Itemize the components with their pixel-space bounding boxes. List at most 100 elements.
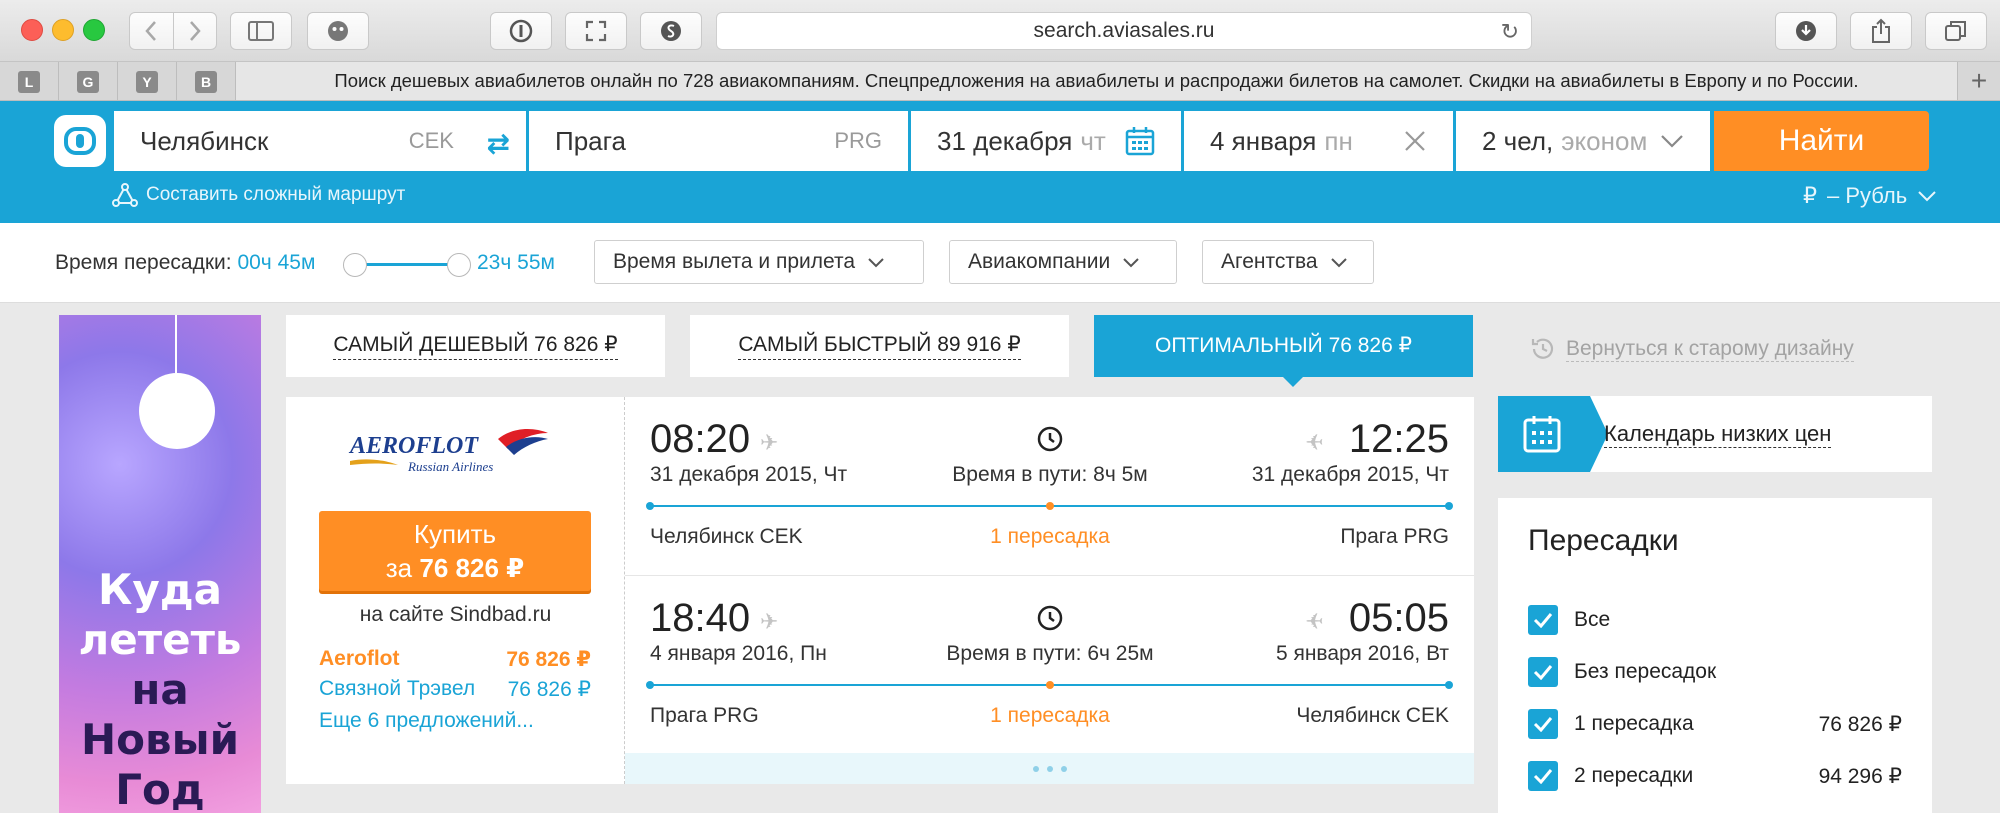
tab-fastest[interactable]: Самый быстрый 89 916 ₽ (690, 315, 1069, 377)
pinned-tab-l[interactable]: L (0, 62, 59, 101)
back-button[interactable] (130, 13, 174, 49)
option-label: Без пересадок (1574, 660, 1717, 683)
buy-label: Купить (413, 519, 497, 549)
downloads-button[interactable] (1775, 12, 1837, 50)
forward-button[interactable] (174, 13, 217, 49)
swap-icon[interactable]: ⇄ (487, 127, 510, 160)
sidebar-button[interactable] (230, 12, 292, 50)
depart-date: 4 января 2016, Пн (650, 642, 827, 665)
chevron-down-icon (1330, 257, 1347, 267)
option-price: 76 826 ₽ (1818, 712, 1902, 736)
chevron-left-icon (145, 21, 157, 41)
route-dot (646, 502, 654, 510)
checkbox-checked[interactable] (1528, 709, 1558, 739)
new-year-ad-banner[interactable]: Куда лететь на Новый Год (59, 315, 261, 813)
offer-row[interactable]: Aeroflot 76 826 ₽ (319, 647, 591, 672)
checkbox-checked[interactable] (1528, 605, 1558, 635)
reload-icon[interactable]: ↻ (1501, 19, 1519, 45)
old-design-link[interactable]: Вернуться к старому дизайну (1530, 336, 1854, 362)
expand-details-button[interactable] (625, 753, 1474, 784)
low-price-calendar-link[interactable]: Календарь низких цен (1498, 396, 1932, 472)
route-nodes-icon (112, 183, 138, 207)
transfer-time-filter: Время пересадки: 00ч 45м (55, 251, 315, 275)
passengers-field[interactable]: 2 чел, эконом (1456, 111, 1710, 171)
cabin-class: эконом (1561, 125, 1648, 156)
return-date-field[interactable]: 4 января пн (1184, 111, 1453, 171)
offer-price: 76 826 ₽ (507, 678, 591, 701)
agencies-dropdown[interactable]: Агентства (1202, 240, 1374, 284)
clear-icon[interactable] (1403, 129, 1427, 153)
filter-option-two-stops[interactable]: 2 пересадки 94 296 ₽ (1528, 760, 1902, 792)
filter-option-all[interactable]: Все (1528, 604, 1902, 636)
complex-route-link[interactable]: Составить сложный маршрут (112, 183, 405, 207)
destination-field[interactable]: Прага PRG (529, 111, 908, 171)
flight-result-card: AEROFLOT Russian Airlines Купить за 76 8… (286, 397, 1474, 784)
share-button[interactable] (1850, 12, 1912, 50)
banner-line: Новый (81, 715, 239, 764)
filter-option-one-stop[interactable]: 1 пересадка 76 826 ₽ (1528, 708, 1902, 740)
logo-icon (64, 127, 96, 155)
origin-code: CEK (408, 128, 454, 153)
extension-button[interactable] (307, 12, 369, 50)
old-design-label: Вернуться к старому дизайну (1566, 336, 1854, 362)
pinned-tab-g[interactable]: G (59, 62, 118, 101)
minimize-window-button[interactable] (52, 19, 74, 41)
flight-duration: Время в пути: 6ч 25м (946, 642, 1154, 665)
transfer-time-max-handle[interactable] (447, 253, 471, 277)
route-dot (1445, 502, 1453, 510)
active-tab[interactable]: Поиск дешевых авиабилетов онлайн по 728 … (236, 62, 1958, 100)
departure-time-dropdown[interactable]: Время вылета и прилета (594, 240, 924, 284)
pinned-tab-b[interactable]: B (177, 62, 236, 101)
buy-price-line: за 76 826 ₽ (385, 553, 525, 583)
depart-date-field[interactable]: 31 декабря чт (911, 111, 1181, 171)
share-extension-button[interactable] (640, 12, 702, 50)
tab-optimal[interactable]: Оптимальный 76 826 ₽ (1094, 315, 1473, 377)
address-bar[interactable]: search.aviasales.ru ↻ (716, 12, 1532, 50)
tab-label: Оптимальный 76 826 ₽ (1154, 333, 1412, 357)
tab-label: Самый быстрый 89 916 ₽ (738, 332, 1021, 360)
transfer-time-slider-track[interactable] (355, 263, 461, 266)
more-offers-link[interactable]: Еще 6 предложений... (319, 709, 534, 733)
currency-label: – Рубль (1827, 183, 1908, 208)
tab-overview-button[interactable] (1925, 12, 1987, 50)
ornament-icon (139, 373, 215, 449)
transfer-dot (1046, 502, 1054, 510)
new-tab-button[interactable]: + (1958, 62, 2000, 100)
to-city: Челябинск CEK (1296, 704, 1449, 727)
origin-field[interactable]: Челябинск CEK ⇄ (114, 111, 526, 171)
outbound-leg[interactable]: 08:20 ✈ 31 декабря 2015, Чт Время в пути… (625, 397, 1474, 575)
landing-plane-icon: ✈ (1305, 430, 1324, 455)
calendar-icon[interactable] (1125, 126, 1155, 156)
fullscreen-button[interactable] (565, 12, 627, 50)
checkbox-checked[interactable] (1528, 657, 1558, 687)
dropdown-label: Время вылета и прилета (613, 250, 856, 273)
buy-button[interactable]: Купить за 76 826 ₽ (319, 511, 591, 591)
tabs-icon (1945, 21, 1966, 41)
filter-option-direct[interactable]: Без пересадок (1528, 656, 1902, 688)
takeoff-plane-icon: ✈ (760, 609, 779, 634)
pinned-tab-y[interactable]: Y (118, 62, 177, 101)
transfer-time-min-handle[interactable] (343, 253, 367, 277)
return-leg[interactable]: 18:40 ✈ 4 января 2016, Пн Время в пути: … (625, 575, 1474, 753)
svg-text:AEROFLOT: AEROFLOT (348, 433, 479, 459)
takeoff-plane-icon: ✈ (760, 430, 779, 455)
depart-time: 08:20 (650, 417, 751, 461)
password-extension-button[interactable] (490, 12, 552, 50)
expand-arrows-icon (585, 20, 607, 42)
destination-city: Прага (555, 125, 626, 156)
offer-row[interactable]: Связной Трэвел 76 826 ₽ (319, 677, 591, 702)
history-icon (1531, 338, 1554, 359)
zoom-window-button[interactable] (83, 19, 105, 41)
find-button[interactable]: Найти (1714, 111, 1929, 171)
airlines-dropdown[interactable]: Авиакомпании (949, 240, 1177, 284)
aviasales-logo[interactable] (54, 115, 106, 167)
currency-selector[interactable]: ₽ – Рубль (1803, 183, 1937, 209)
tab-cheapest[interactable]: Самый дешевый 76 826 ₽ (286, 315, 665, 377)
transfer-time-max-wrap: 23ч 55м (477, 251, 555, 275)
checkbox-checked[interactable] (1528, 761, 1558, 791)
option-price: 94 296 ₽ (1818, 764, 1902, 788)
history-nav (129, 12, 217, 50)
close-window-button[interactable] (21, 19, 43, 41)
option-label: 1 пересадка (1574, 712, 1694, 735)
offer-column: AEROFLOT Russian Airlines Купить за 76 8… (286, 397, 625, 784)
